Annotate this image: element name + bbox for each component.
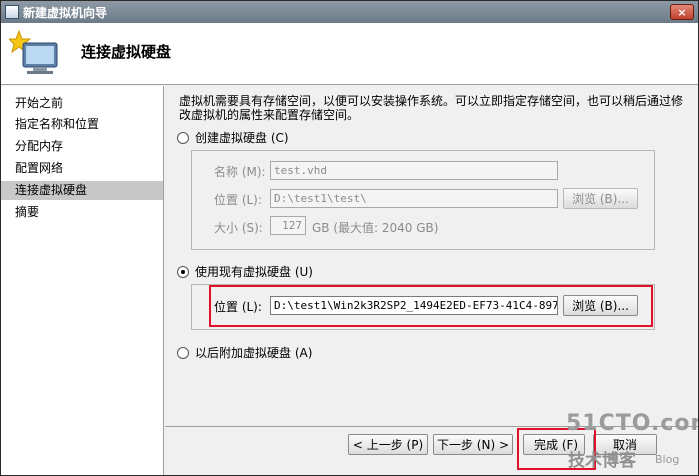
create-browse-button[interactable]: 浏览 (B)... [563,188,638,209]
window-icon [5,5,19,19]
wizard-steps-nav: 开始之前 指定名称和位置 分配内存 配置网络 连接虚拟硬盘 摘要 [1,86,164,475]
existing-disk-option[interactable]: 使用现有虚拟硬盘 (U) [177,263,313,280]
attach-later-option[interactable]: 以后附加虚拟硬盘 (A) [177,344,312,361]
content-panel: 虚拟机需要具有存储空间，以便可以安装操作系统。可以立即指定存储空间，也可以稍后通… [165,86,698,426]
create-location-label: 位置 (L): [214,193,262,207]
page-title: 连接虚拟硬盘 [81,43,172,61]
nav-item-before-you-begin[interactable]: 开始之前 [1,94,163,113]
watermark-site: 51CTO.com [566,411,698,436]
nav-item-summary[interactable]: 摘要 [1,203,163,222]
size-unit-label: GB (最大值: 2040 GB) [312,221,439,235]
size-field[interactable]: 127 [270,216,306,235]
create-disk-group: 名称 (M): test.vhd 位置 (L): D:\test1\test\ … [191,150,655,250]
nav-item-virtual-disk[interactable]: 连接虚拟硬盘 [1,181,163,200]
create-disk-label: 创建虚拟硬盘 (C) [195,131,289,145]
name-field[interactable]: test.vhd [270,161,558,180]
nav-item-network[interactable]: 配置网络 [1,159,163,178]
create-disk-radio[interactable] [177,131,189,144]
create-disk-option[interactable]: 创建虚拟硬盘 (C) [177,129,289,146]
close-button[interactable]: × [670,4,694,20]
watermark-tagline: 技术博客 [568,451,636,471]
description-text: 虚拟机需要具有存储空间，以便可以安装操作系统。可以立即指定存储空间，也可以稍后通… [179,94,684,122]
existing-disk-radio[interactable] [177,265,189,278]
next-button[interactable]: 下一步 (N) > [433,434,513,455]
size-label: 大小 (S): [214,221,263,235]
attach-later-label: 以后附加虚拟硬盘 (A) [195,346,313,360]
name-label: 名称 (M): [214,165,266,179]
monitor-star-icon [9,29,58,74]
attach-later-radio[interactable] [177,346,189,359]
watermark-blog: Blog [655,453,680,466]
nav-item-memory[interactable]: 分配内存 [1,137,163,156]
nav-item-name-location[interactable]: 指定名称和位置 [1,115,163,134]
title-bar: 新建虚拟机向导 × [1,1,698,23]
previous-button[interactable]: < 上一步 (P) [348,434,428,455]
wizard-header: 连接虚拟硬盘 [1,23,698,85]
create-location-field[interactable]: D:\test1\test\ [270,189,558,208]
window-title: 新建虚拟机向导 [23,5,108,20]
wizard-window: 新建虚拟机向导 × 连接虚拟硬盘 开始之前 指定名称和位置 分配内存 配置网络 … [0,0,699,476]
existing-disk-label: 使用现有虚拟硬盘 (U) [195,265,313,279]
highlight-box-location [209,285,653,327]
